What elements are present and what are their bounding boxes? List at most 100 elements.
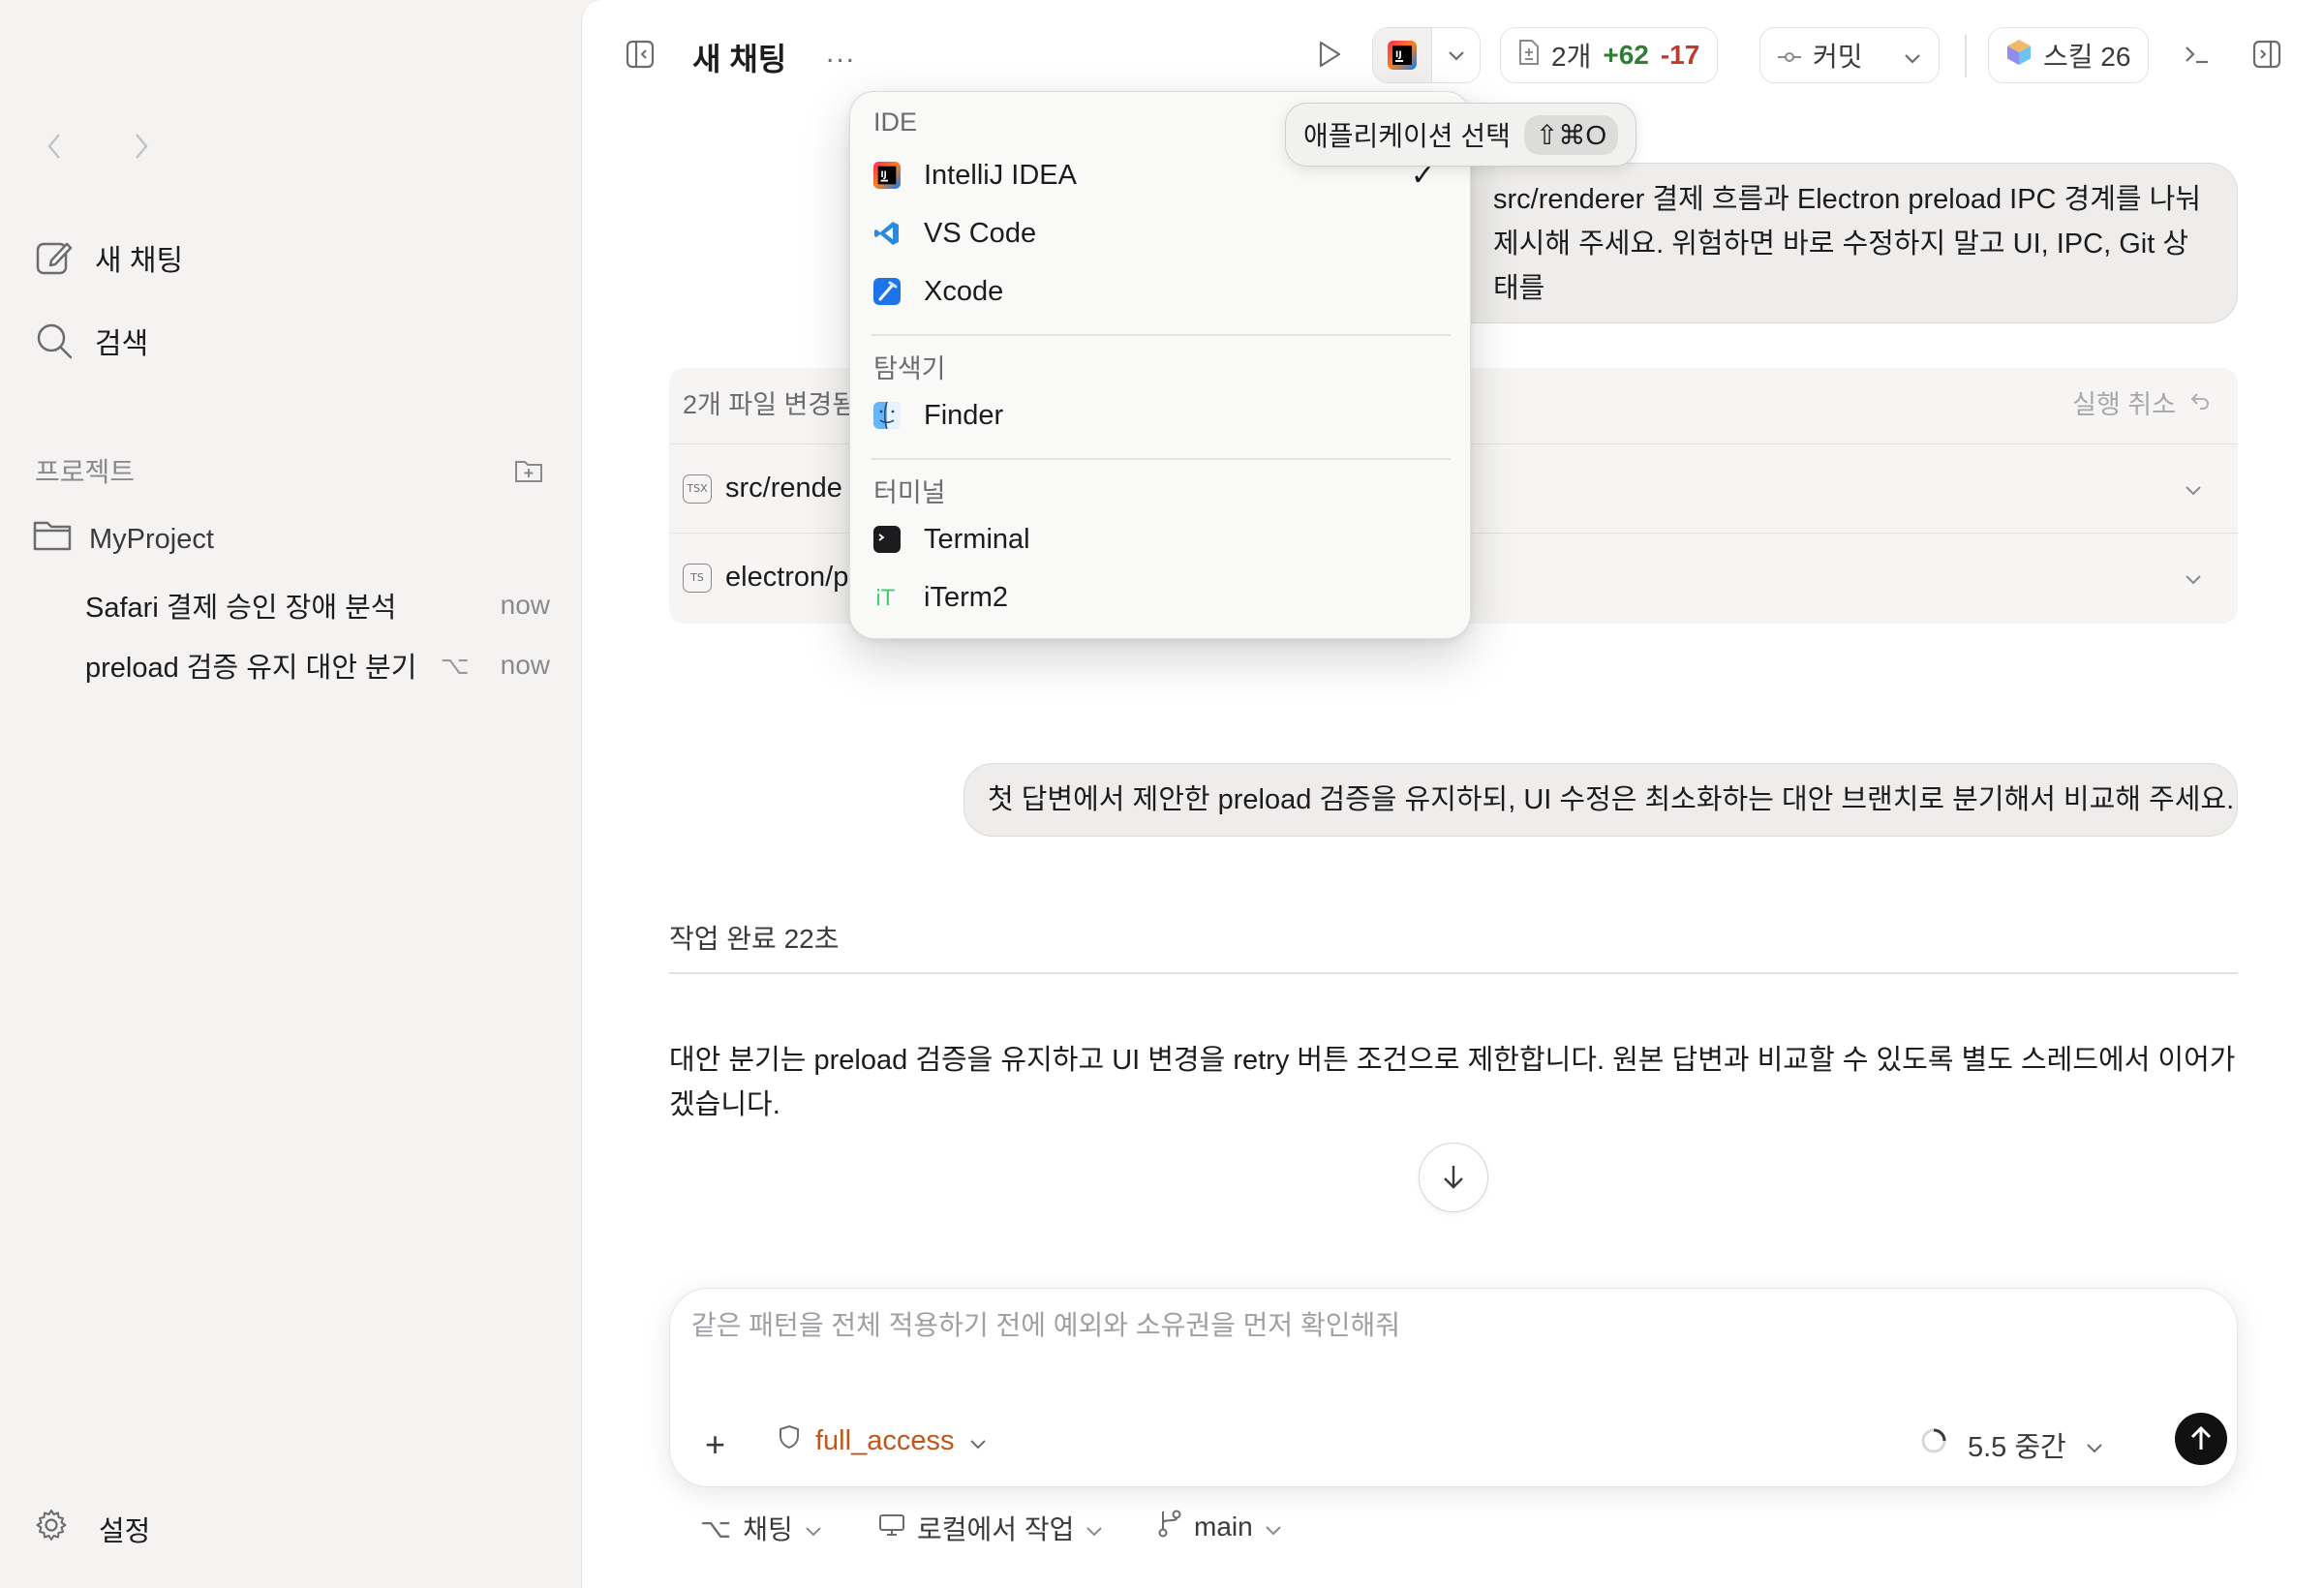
menu-item-label: Terminal xyxy=(924,523,1030,555)
intellij-icon: IJ xyxy=(873,162,901,189)
user-message: 첫 답변에서 제안한 preload 검증을 유지하되, UI 수정은 최소화하… xyxy=(963,763,2238,837)
composer: + full_access 5.5 중간 xyxy=(669,1288,2238,1487)
thread-item[interactable]: preload 검증 유지 대안 분기 ⌥ now xyxy=(85,645,550,686)
spinner-icon xyxy=(1919,1426,1948,1463)
menu-item-iterm2[interactable]: iT iTerm2 xyxy=(873,572,1449,623)
run-button[interactable] xyxy=(1314,39,1345,70)
chevron-down-icon xyxy=(805,1512,822,1543)
location-label: 로컬에서 작업 xyxy=(917,1514,1075,1544)
terminal-icon xyxy=(873,526,901,553)
undo-button[interactable]: 실행 취소 xyxy=(2072,383,2211,421)
menu-separator xyxy=(872,334,1451,336)
user-message: src/renderer 결제 흐름과 Electron preload IPC… xyxy=(1376,163,2238,323)
play-icon xyxy=(1319,41,1341,68)
chevron-down-icon[interactable] xyxy=(2184,473,2207,497)
more-options-button[interactable]: ... xyxy=(826,37,856,70)
model-label: 5.5 중간 xyxy=(1968,1432,2066,1463)
diff-icon xyxy=(1518,39,1540,73)
intellij-icon[interactable]: IJ xyxy=(1373,28,1431,82)
add-project-icon[interactable] xyxy=(513,455,544,486)
scroll-to-bottom-button[interactable] xyxy=(1419,1143,1488,1212)
toggle-right-panel-icon[interactable] xyxy=(2251,39,2282,70)
user-message-text: 첫 답변에서 제안한 preload 검증을 유지하되, UI 수정은 최소화하… xyxy=(988,784,2235,815)
new-chat-button[interactable]: 새 채팅 xyxy=(35,236,183,279)
settings-label: 설정 xyxy=(99,1516,151,1547)
svg-text:IJ: IJ xyxy=(1395,50,1402,60)
menu-item-xcode[interactable]: Xcode xyxy=(873,266,1449,317)
project-item[interactable]: MyProject xyxy=(33,519,214,560)
skills-label: 스킬 26 xyxy=(2043,42,2131,72)
completion-label: 작업 완료 22초 xyxy=(669,924,840,954)
menu-item-label: VS Code xyxy=(924,217,1037,249)
back-icon[interactable] xyxy=(43,130,66,163)
menu-group-label: 탐색기 xyxy=(873,354,946,383)
branch-selector[interactable]: main xyxy=(1157,1509,1282,1544)
tooltip: 애플리케이션 선택 ⇧⌘O xyxy=(1285,103,1637,167)
gear-icon xyxy=(35,1509,68,1549)
location-selector[interactable]: 로컬에서 작업 xyxy=(878,1509,1103,1547)
page-title: 새 채팅 xyxy=(692,42,787,76)
access-mode-selector[interactable]: full_access xyxy=(779,1424,987,1457)
undo-icon xyxy=(2189,387,2211,417)
diff-deletions: -17 xyxy=(1660,40,1700,70)
menu-item-finder[interactable]: Finder xyxy=(873,390,1449,441)
settings-button[interactable]: 설정 xyxy=(35,1509,150,1549)
chevron-down-icon xyxy=(1086,1512,1103,1543)
forward-icon[interactable] xyxy=(130,130,153,163)
menu-item-vscode[interactable]: VS Code xyxy=(873,208,1449,259)
history-nav xyxy=(43,130,153,163)
search-icon xyxy=(35,321,74,360)
projects-label: 프로젝트 xyxy=(35,457,136,487)
search-button[interactable]: 검색 xyxy=(35,320,148,362)
sidebar: 새 채팅 검색 프로젝트 MyProject Safari 결제 승인 장애 분… xyxy=(0,0,581,1588)
terminal-toggle-icon[interactable] xyxy=(2182,39,2213,70)
shield-icon xyxy=(779,1424,800,1457)
menu-item-label: Finder xyxy=(924,399,1004,431)
ts-file-icon: TS xyxy=(683,563,712,593)
send-button[interactable] xyxy=(2175,1413,2227,1465)
file-path: electron/p xyxy=(725,562,849,593)
open-in-app-button[interactable]: IJ xyxy=(1372,27,1481,83)
message-input[interactable] xyxy=(691,1310,2202,1341)
finder-icon xyxy=(873,402,901,429)
menu-separator xyxy=(872,458,1451,460)
diff-additions: +62 xyxy=(1603,40,1649,70)
thread-time: now xyxy=(500,590,550,620)
chevron-down-icon[interactable] xyxy=(1431,28,1480,82)
chevron-down-icon xyxy=(2086,1429,2103,1461)
chevron-down-icon xyxy=(1904,40,1921,71)
mode-selector[interactable]: ⌥ 채팅 xyxy=(700,1509,822,1547)
vscode-icon xyxy=(873,220,901,247)
diff-summary-button[interactable]: 2개 +62 -17 xyxy=(1500,27,1719,83)
toggle-sidebar-icon[interactable] xyxy=(625,39,656,70)
keyboard-shortcut: ⇧⌘O xyxy=(1523,114,1619,155)
main-panel: 새 채팅 ... IJ 2개 +62 -17 커밋 스킬 26 src/rend… xyxy=(581,0,2324,1588)
commit-icon xyxy=(1778,40,1801,71)
thread-item[interactable]: Safari 결제 승인 장애 분석 now xyxy=(85,585,550,626)
add-attachment-button[interactable]: + xyxy=(705,1424,725,1465)
menu-group-label: 터미널 xyxy=(873,478,946,507)
chevron-down-icon[interactable] xyxy=(2184,563,2207,586)
new-chat-label: 새 채팅 xyxy=(95,245,184,277)
model-selector[interactable]: 5.5 중간 xyxy=(1919,1424,2103,1465)
arrow-up-icon xyxy=(2190,1425,2212,1450)
folder-icon xyxy=(33,519,72,560)
menu-item-terminal[interactable]: Terminal xyxy=(873,514,1449,565)
undo-label: 실행 취소 xyxy=(2072,390,2176,419)
user-message-line: src/renderer 결제 흐름과 Electron preload IPC… xyxy=(1493,184,2201,215)
iterm2-icon: iT xyxy=(873,584,901,611)
skills-button[interactable]: 스킬 26 xyxy=(1988,27,2150,83)
project-name: MyProject xyxy=(89,523,214,555)
access-mode-label: full_access xyxy=(815,1424,955,1456)
monitor-icon xyxy=(878,1512,905,1543)
tooltip-label: 애플리케이션 선택 xyxy=(1303,121,1511,151)
mode-label: 채팅 xyxy=(743,1514,793,1544)
git-branch-icon xyxy=(1157,1509,1182,1544)
menu-item-label: iTerm2 xyxy=(924,581,1009,613)
chevron-down-icon xyxy=(1265,1512,1282,1542)
commit-button[interactable]: 커밋 xyxy=(1759,27,1940,83)
menu-item-label: Xcode xyxy=(924,275,1004,307)
file-path: src/rende xyxy=(725,473,842,504)
xcode-icon xyxy=(873,278,901,305)
arrow-down-icon xyxy=(1444,1166,1463,1189)
